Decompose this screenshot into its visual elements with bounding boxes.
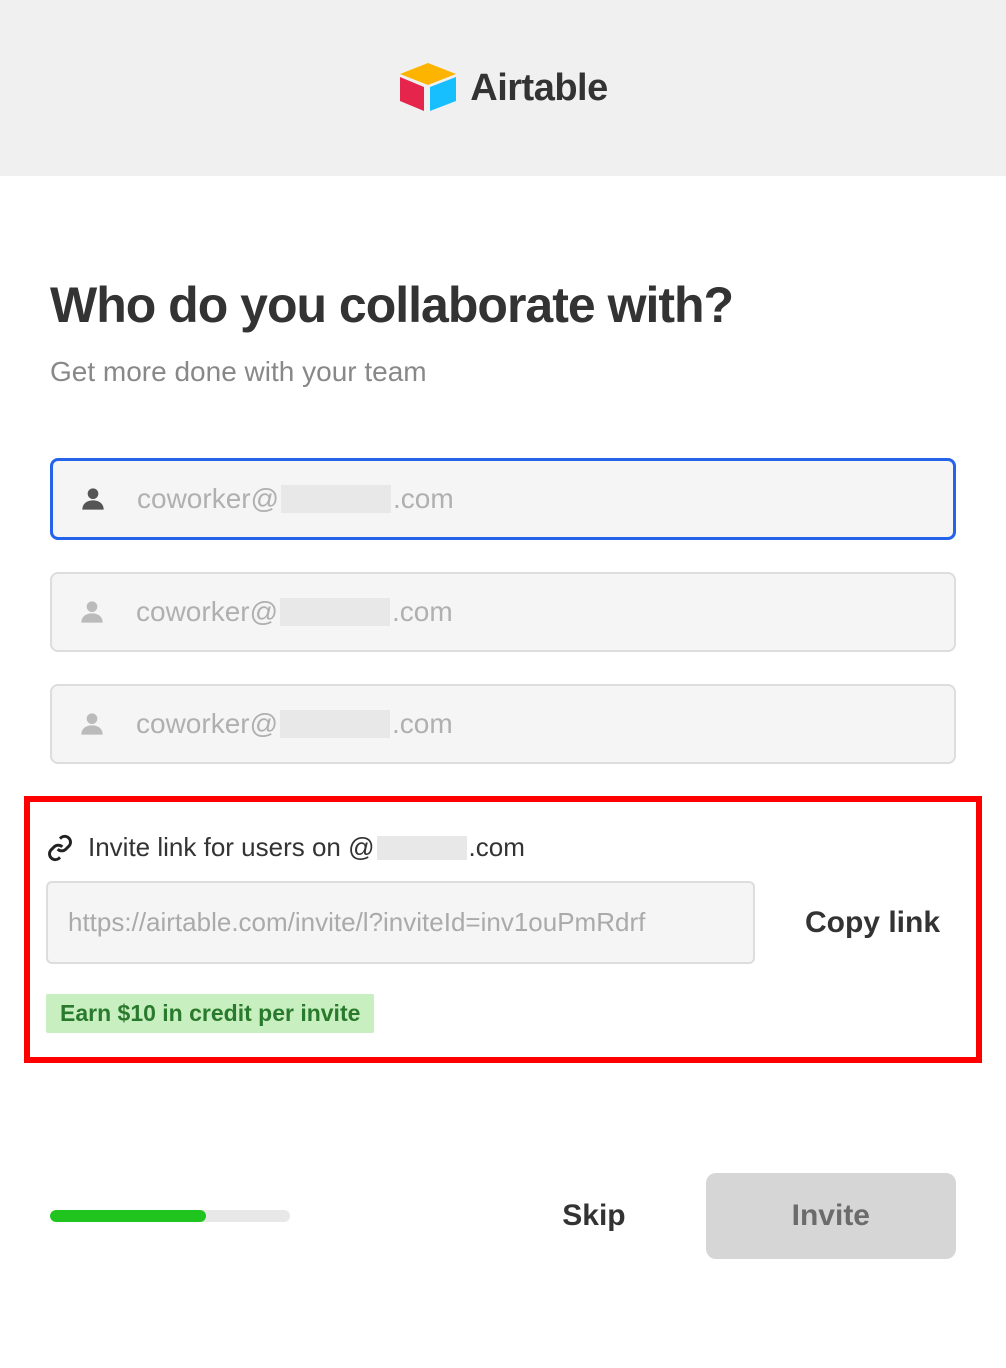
page-heading: Who do you collaborate with? bbox=[50, 276, 956, 334]
placeholder-prefix: coworker@ bbox=[136, 708, 278, 740]
invite-label-suffix: .com bbox=[469, 832, 525, 863]
main-content: Who do you collaborate with? Get more do… bbox=[0, 176, 1006, 1113]
placeholder-suffix: .com bbox=[393, 483, 454, 515]
airtable-logo-icon bbox=[398, 63, 458, 113]
brand-name: Airtable bbox=[470, 67, 607, 110]
copy-link-button[interactable]: Copy link bbox=[785, 906, 960, 940]
person-icon bbox=[77, 483, 109, 515]
email-input-2[interactable]: coworker@ .com bbox=[50, 572, 956, 652]
page-subheading: Get more done with your team bbox=[50, 356, 956, 388]
person-icon bbox=[76, 596, 108, 628]
redacted-domain bbox=[377, 836, 467, 860]
skip-button[interactable]: Skip bbox=[562, 1199, 625, 1233]
redacted-domain bbox=[280, 598, 390, 626]
email-input-3[interactable]: coworker@ .com bbox=[50, 684, 956, 764]
link-icon bbox=[46, 834, 74, 862]
header: Airtable bbox=[0, 0, 1006, 176]
person-icon bbox=[76, 708, 108, 740]
placeholder-suffix: .com bbox=[392, 596, 453, 628]
progress-fill bbox=[50, 1210, 206, 1222]
footer-buttons: Skip Invite bbox=[562, 1173, 956, 1259]
credit-badge: Earn $10 in credit per invite bbox=[46, 994, 374, 1033]
invite-link-row: https://airtable.com/invite/l?inviteId=i… bbox=[46, 881, 960, 964]
invite-link-label: Invite link for users on @ .com bbox=[88, 832, 525, 863]
redacted-domain bbox=[280, 710, 390, 738]
progress-bar bbox=[50, 1210, 290, 1222]
invite-link-section: Invite link for users on @ .com https://… bbox=[24, 796, 982, 1063]
email-placeholder-2: coworker@ .com bbox=[136, 596, 453, 628]
placeholder-prefix: coworker@ bbox=[136, 596, 278, 628]
placeholder-prefix: coworker@ bbox=[137, 483, 279, 515]
logo: Airtable bbox=[398, 63, 607, 113]
placeholder-suffix: .com bbox=[392, 708, 453, 740]
footer: Skip Invite bbox=[0, 1173, 1006, 1259]
invite-link-header: Invite link for users on @ .com bbox=[46, 832, 960, 863]
invite-button[interactable]: Invite bbox=[706, 1173, 956, 1259]
email-input-1[interactable]: coworker@ .com bbox=[50, 458, 956, 540]
email-placeholder-1: coworker@ .com bbox=[137, 483, 454, 515]
redacted-domain bbox=[281, 485, 391, 513]
email-placeholder-3: coworker@ .com bbox=[136, 708, 453, 740]
invite-label-prefix: Invite link for users on @ bbox=[88, 832, 375, 863]
invite-url-input[interactable]: https://airtable.com/invite/l?inviteId=i… bbox=[46, 881, 755, 964]
